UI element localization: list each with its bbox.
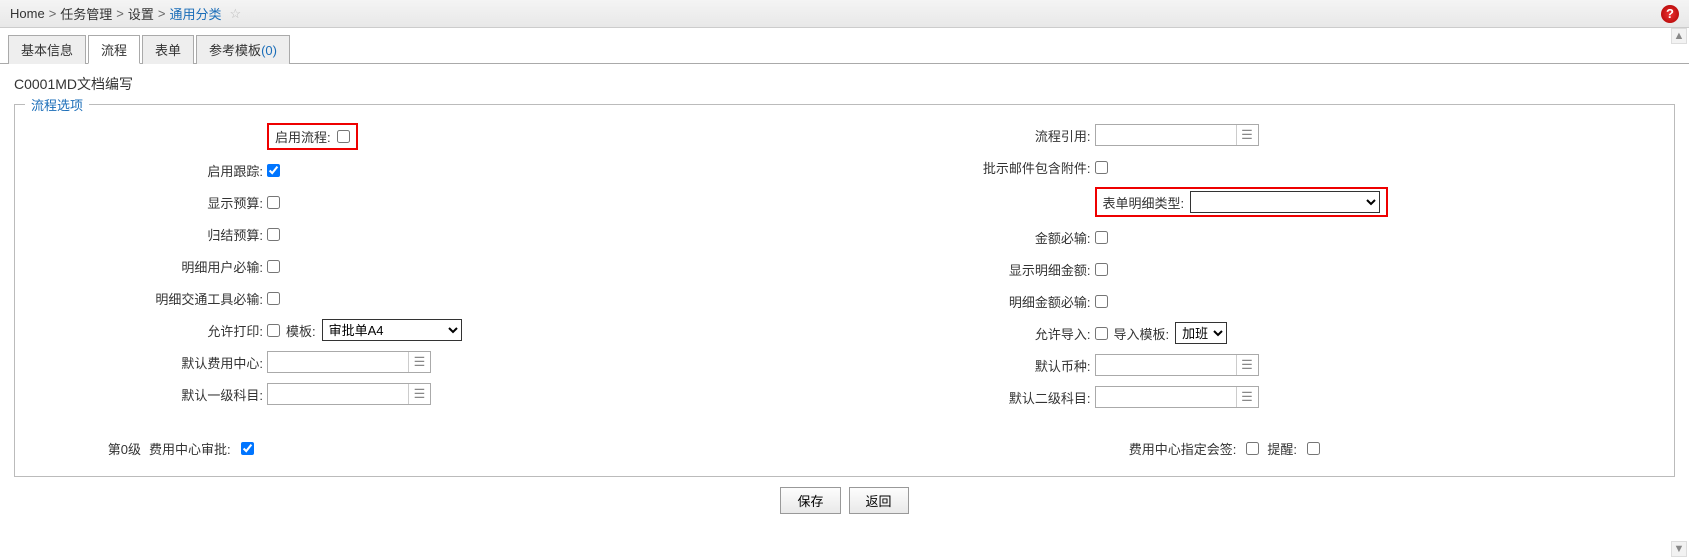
checkbox-show-detail-amount[interactable] — [1095, 263, 1108, 276]
breadcrumb: Home > 任务管理 > 设置 > 通用分类 ☆ — [10, 4, 241, 23]
help-icon[interactable]: ? — [1661, 5, 1679, 23]
enable-process-group: 启用流程: — [267, 123, 358, 150]
lookup-default-cost-center: ☰ — [267, 351, 431, 373]
label-detail-amount-required: 明细金额必输: — [855, 292, 1095, 311]
label-approval-mail-attachment: 批示邮件包含附件: — [855, 158, 1095, 177]
lookup-process-ref: ☰ — [1095, 124, 1259, 146]
level-right: 费用中心指定会签: 提醒: — [1129, 439, 1648, 458]
lookup-icon: ☰ — [1241, 357, 1253, 373]
label-import-template: 导入模板: — [1114, 324, 1170, 343]
form-right-column: 流程引用: ☰ 批示邮件包含附件: 表单明细类型: — [855, 123, 1663, 417]
lookup-default-level1-subject: ☰ — [267, 383, 431, 405]
label-detail-user-required: 明细用户必输: — [27, 257, 267, 276]
tab-ref-template[interactable]: 参考模板(0) — [196, 35, 290, 64]
lookup-btn-cost-center[interactable]: ☰ — [408, 352, 430, 372]
label-default-level1-subject: 默认一级科目: — [27, 385, 267, 404]
process-options-fieldset: 流程选项 启用流程: 启用跟踪: 显示预算: 归结预算: — [14, 104, 1675, 477]
lookup-btn-currency[interactable]: ☰ — [1236, 355, 1258, 375]
tab-ref-template-label: 参考模板 — [209, 43, 261, 58]
breadcrumb-bar: Home > 任务管理 > 设置 > 通用分类 ☆ ? — [0, 0, 1689, 28]
label-allow-import: 允许导入: — [855, 324, 1095, 343]
checkbox-detail-vehicle-required[interactable] — [267, 292, 280, 305]
input-default-level1-subject[interactable] — [268, 384, 408, 404]
breadcrumb-current: 通用分类 — [170, 4, 222, 23]
checkbox-detail-amount-required[interactable] — [1095, 295, 1108, 308]
form-left-column: 启用流程: 启用跟踪: 显示预算: 归结预算: 明细用户必输: 明细 — [27, 123, 835, 417]
label-cost-center-assign: 费用中心指定会签: — [1129, 439, 1237, 458]
lookup-icon: ☰ — [1241, 127, 1253, 143]
label-remind: 提醒: — [1267, 439, 1297, 458]
select-form-detail-type[interactable] — [1190, 191, 1380, 213]
label-default-currency: 默认币种: — [855, 356, 1095, 375]
back-button[interactable]: 返回 — [849, 487, 909, 514]
select-import-template[interactable]: 加班 — [1175, 322, 1227, 344]
select-print-template[interactable]: 审批单A4 — [322, 319, 462, 341]
input-process-ref[interactable] — [1096, 125, 1236, 145]
label-detail-vehicle-required: 明细交通工具必输: — [27, 289, 267, 308]
lookup-icon: ☰ — [414, 386, 426, 402]
label-show-detail-amount: 显示明细金额: — [855, 260, 1095, 279]
breadcrumb-home[interactable]: Home — [10, 6, 45, 21]
label-enable-tracking: 启用跟踪: — [27, 161, 267, 180]
lookup-default-level2-subject: ☰ — [1095, 386, 1259, 408]
button-row: 保存 返回 — [0, 487, 1689, 514]
checkbox-detail-user-required[interactable] — [267, 260, 280, 273]
lookup-default-currency: ☰ — [1095, 354, 1259, 376]
breadcrumb-task-mgmt[interactable]: 任务管理 — [60, 4, 112, 23]
checkbox-summarize-budget[interactable] — [267, 228, 280, 241]
label-show-budget: 显示预算: — [27, 193, 267, 212]
checkbox-cost-center-assign[interactable] — [1246, 442, 1259, 455]
checkbox-approval-mail-attachment[interactable] — [1095, 161, 1108, 174]
fieldset-legend: 流程选项 — [25, 95, 89, 114]
label-enable-process-text: 启用流程: — [275, 127, 331, 146]
lookup-icon: ☰ — [1241, 389, 1253, 405]
input-default-currency[interactable] — [1096, 355, 1236, 375]
label-default-level2-subject: 默认二级科目: — [855, 388, 1095, 407]
breadcrumb-settings[interactable]: 设置 — [128, 4, 154, 23]
label-level: 第0级 — [41, 439, 141, 458]
label-amount-required: 金额必输: — [855, 228, 1095, 247]
star-icon[interactable]: ☆ — [230, 6, 242, 22]
label-process-ref: 流程引用: — [855, 126, 1095, 145]
lookup-btn-process-ref[interactable]: ☰ — [1236, 125, 1258, 145]
lookup-btn-level2-subject[interactable]: ☰ — [1236, 387, 1258, 407]
checkbox-enable-process[interactable] — [337, 130, 350, 143]
page-title: C0001MD文档编写 — [0, 64, 1689, 104]
lookup-btn-level1-subject[interactable]: ☰ — [408, 384, 430, 404]
level-row: 第0级 费用中心审批: 费用中心指定会签: 提醒: — [41, 439, 1648, 458]
tab-basic-info[interactable]: 基本信息 — [8, 35, 86, 64]
checkbox-allow-import[interactable] — [1095, 327, 1108, 340]
checkbox-amount-required[interactable] — [1095, 231, 1108, 244]
checkbox-cost-center-approve[interactable] — [241, 442, 254, 455]
lookup-icon: ☰ — [414, 354, 426, 370]
label-summarize-budget: 归结预算: — [27, 225, 267, 244]
breadcrumb-sep: > — [49, 6, 57, 21]
checkbox-enable-tracking[interactable] — [267, 164, 280, 177]
save-button[interactable]: 保存 — [780, 487, 840, 514]
label-form-detail-type: 表单明细类型: — [1103, 193, 1185, 212]
tabs: 基本信息 流程 表单 参考模板(0) — [0, 34, 1689, 64]
tab-process[interactable]: 流程 — [88, 35, 140, 64]
level-left: 第0级 费用中心审批: — [41, 439, 254, 458]
checkbox-show-budget[interactable] — [267, 196, 280, 209]
scroll-down-icon[interactable]: ▼ — [1671, 541, 1687, 557]
form-grid: 启用流程: 启用跟踪: 显示预算: 归结预算: 明细用户必输: 明细 — [27, 123, 1662, 417]
tab-form[interactable]: 表单 — [142, 35, 194, 64]
scroll-up-icon[interactable]: ▲ — [1671, 28, 1687, 44]
checkbox-remind[interactable] — [1307, 442, 1320, 455]
label-print-template: 模板: — [286, 321, 316, 340]
checkbox-allow-print[interactable] — [267, 324, 280, 337]
label-default-cost-center: 默认费用中心: — [27, 353, 267, 372]
label-allow-print: 允许打印: — [27, 321, 267, 340]
tab-ref-template-count: (0) — [261, 43, 277, 58]
label-cost-center-approve: 费用中心审批: — [149, 439, 231, 458]
input-default-level2-subject[interactable] — [1096, 387, 1236, 407]
breadcrumb-sep: > — [158, 6, 166, 21]
breadcrumb-sep: > — [116, 6, 124, 21]
form-detail-type-group: 表单明细类型: — [1095, 187, 1389, 217]
input-default-cost-center[interactable] — [268, 352, 408, 372]
